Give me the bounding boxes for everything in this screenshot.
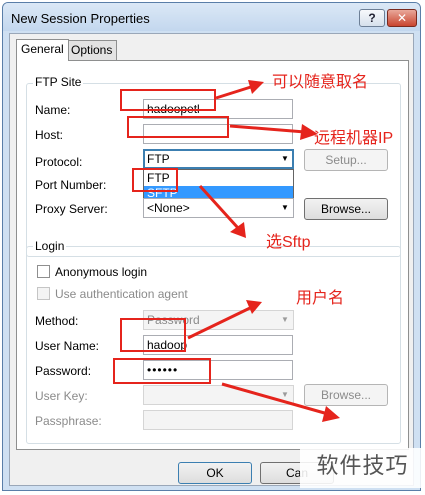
password-arrow [221, 382, 329, 416]
protocol-annotation: 选Sftp [266, 234, 311, 251]
host-annotation: 远程机器IP [314, 130, 394, 147]
protocol-arrow [198, 184, 240, 230]
watermark-text: 软件技巧 [300, 448, 425, 488]
tab-general[interactable]: General [16, 39, 69, 61]
name-arrow [215, 84, 255, 100]
username-arrow [187, 306, 251, 340]
username-annotation: 用户名 [296, 290, 345, 307]
name-annotation: 可以随意取名 [272, 74, 369, 91]
host-arrow [229, 124, 306, 134]
